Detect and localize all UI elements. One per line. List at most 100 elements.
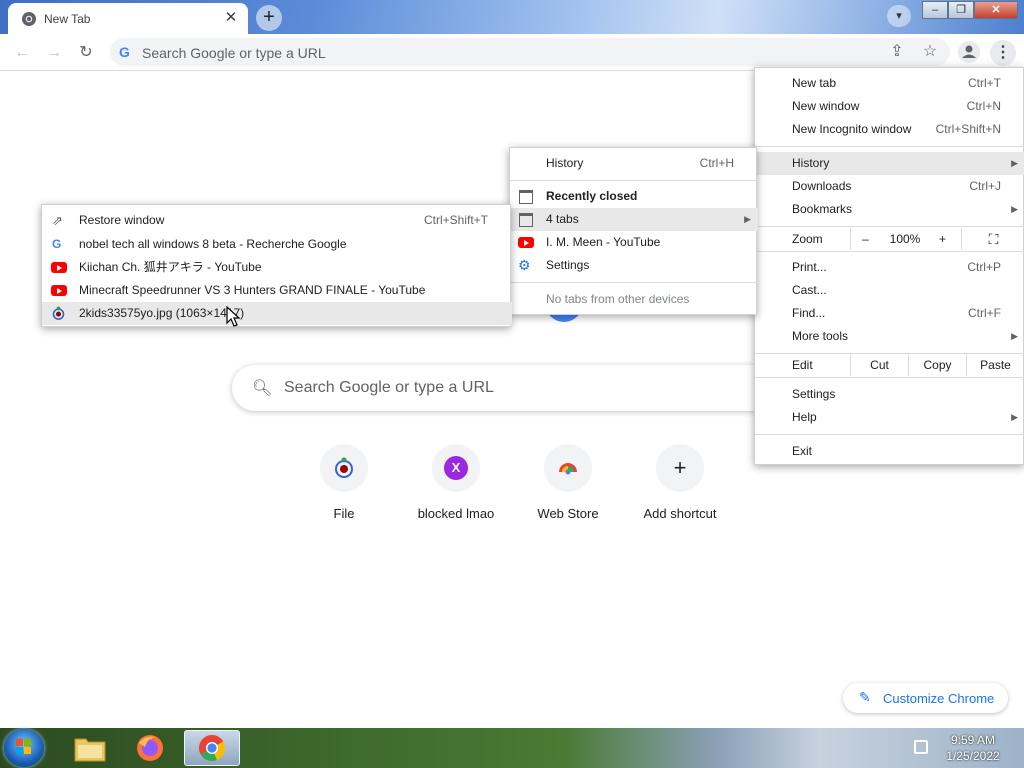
tab-item[interactable]: Minecraft Speedrunner VS 3 Hunters GRAND… [42,279,512,302]
submenu-arrow-icon: ▶ [1011,412,1018,422]
youtube-icon [51,262,67,273]
shortcut-icon-tile [544,444,592,492]
chrome-menu-button[interactable]: ⋮ [990,40,1016,66]
gear-icon: ⚙ [518,257,531,273]
menu-separator [755,377,1024,378]
taskbar-firefox[interactable] [123,730,179,766]
menu-separator [755,226,1024,227]
share-icon[interactable]: ⇪ [885,40,909,64]
back-arrow-icon[interactable]: ← [10,41,34,65]
firefox-icon [137,735,163,761]
menu-separator [755,251,1024,252]
shortcut-label: blocked lmao [417,506,495,521]
zoom-in-button[interactable]: + [930,228,955,250]
window-controls: – ❐ ✕ [922,1,1018,20]
menu-item-help[interactable]: Help ▶ [755,406,1024,429]
windows-taskbar: 9:59 AM 1/25/2022 [0,728,1024,768]
submenu-arrow-icon: ▶ [1011,158,1018,168]
submenu-arrow-icon: ▶ [744,214,751,224]
mouse-cursor-icon [226,306,241,327]
close-button[interactable]: ✕ [974,1,1018,19]
tab-close-icon[interactable]: ✕ [222,9,240,27]
history-item-im-meen[interactable]: I. M. Meen - YouTube [510,231,758,254]
menu-separator [510,282,758,283]
menu-item-bookmarks[interactable]: Bookmarks ▶ [755,198,1024,221]
profile-avatar-icon[interactable] [958,41,980,63]
clock-date: 1/25/2022 [946,749,1000,763]
tab-title: New Tab [44,12,91,26]
taskbar-explorer[interactable] [62,730,118,766]
menu-item-cast[interactable]: Cast... [755,279,1024,302]
youtube-icon [51,285,67,296]
restore-button[interactable]: ❐ [948,1,974,19]
shortcut-file[interactable]: File [288,444,400,521]
system-clock[interactable]: 9:59 AM 1/25/2022 [938,732,1008,764]
tab-item[interactable]: 2kids33575yo.jpg (1063×1417) [42,302,512,325]
address-bar-placeholder: Search Google or type a URL [142,45,326,61]
menu-item-new-incognito[interactable]: New Incognito window Ctrl+Shift+N [755,118,1024,141]
letter-x-icon: X [444,456,468,480]
fullscreen-icon[interactable]: ⛶ [961,228,1024,250]
cut-button[interactable]: Cut [850,354,908,376]
menu-item-find[interactable]: Find... Ctrl+F [755,302,1024,325]
restore-window-item[interactable]: ⇗ Restore window Ctrl+Shift+T [42,209,512,232]
customize-label: Customize Chrome [883,691,995,706]
menu-item-downloads[interactable]: Downloads Ctrl+J [755,175,1024,198]
menu-item-exit[interactable]: Exit [755,440,1024,463]
forward-arrow-icon[interactable]: → [42,41,66,65]
shortcut-icon-tile [320,444,368,492]
customize-chrome-button[interactable]: ✎ Customize Chrome [843,683,1008,713]
zoom-out-button[interactable]: – [850,228,880,250]
taskbar-chrome[interactable] [184,730,240,766]
tab-new-tab[interactable]: New Tab ✕ [8,3,248,34]
chrome-icon [22,12,36,26]
menu-item-new-tab[interactable]: New tab Ctrl+T [755,72,1024,95]
menu-item-settings[interactable]: Settings [755,383,1024,406]
shortcut-label: Web Store [537,506,599,521]
history-item-settings[interactable]: ⚙ Settings [510,254,758,277]
menu-item-print[interactable]: Print... Ctrl+P [755,256,1024,279]
web-store-icon [559,463,577,475]
bookmark-star-icon[interactable]: ☆ [918,40,942,64]
tab-search-chevron-icon[interactable]: ▾ [887,5,911,27]
history-submenu: History Ctrl+H Recently closed 4 tabs ▶ I.… [509,147,758,315]
menu-edit-row: Edit Cut Copy Paste [755,354,1024,376]
ntp-search-box[interactable]: 🔍︎ Search Google or type a URL [232,365,792,411]
shortcut-add[interactable]: + Add shortcut [624,444,736,521]
tab-item[interactable]: G nobel tech all windows 8 beta - Recher… [42,233,512,256]
window-icon [519,190,533,204]
window-icon [519,213,533,227]
menu-item-more-tools[interactable]: More tools ▶ [755,325,1024,348]
address-bar[interactable]: G Search Google or type a URL ⇪ ☆ [110,38,950,66]
paste-button[interactable]: Paste [966,354,1024,376]
start-button[interactable] [4,729,44,767]
browser-toolbar: ← → ↻ G Search Google or type a URL ⇪ ☆ … [0,34,1024,71]
wikimedia-icon [52,306,65,320]
wikimedia-icon [335,457,353,478]
shortcut-web-store[interactable]: Web Store [512,444,624,521]
tab-item[interactable]: Kiichan Ch. 狐井アキラ - YouTube [42,256,512,279]
title-bar: New Tab ✕ + ▾ – ❐ ✕ [0,0,1024,34]
copy-button[interactable]: Copy [908,354,966,376]
shortcut-blocked[interactable]: X blocked lmao [400,444,512,521]
plus-icon: + [673,455,687,480]
minimize-button[interactable]: – [922,1,948,19]
reload-icon[interactable]: ↻ [74,41,98,65]
history-item-history[interactable]: History Ctrl+H [510,152,758,175]
tabs-submenu: ⇗ Restore window Ctrl+Shift+T G nobel tec… [41,204,512,327]
new-tab-button[interactable]: + [256,5,282,31]
google-icon: G [52,237,62,251]
search-icon: 🔍︎ [252,380,273,397]
recently-closed-header: Recently closed [510,185,758,208]
folder-icon [74,738,106,762]
google-g-icon: G [119,44,130,60]
history-item-4-tabs[interactable]: 4 tabs ▶ [510,208,758,231]
menu-item-history[interactable]: History ▶ [755,152,1024,175]
chrome-icon [198,734,226,762]
network-icon[interactable] [914,740,928,754]
shortcut-icon-tile: + [656,444,704,492]
zoom-level: 100% [889,232,921,246]
menu-item-new-window[interactable]: New window Ctrl+N [755,95,1024,118]
menu-separator [755,434,1024,435]
no-tabs-message: No tabs from other devices [546,292,690,306]
